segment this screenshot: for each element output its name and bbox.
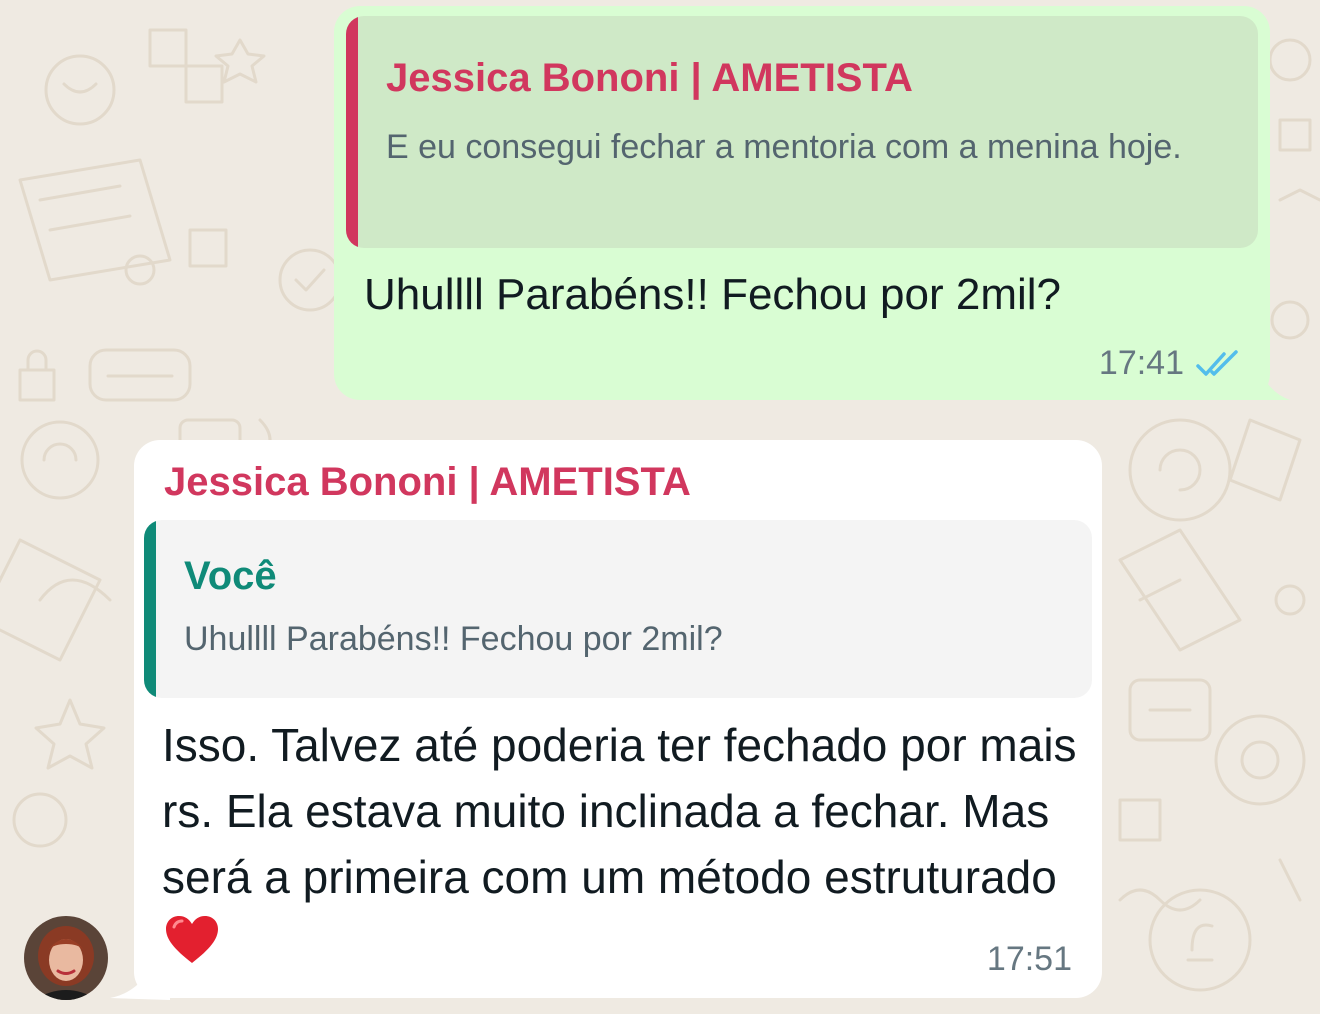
quoted-message[interactable]: Jessica Bononi | AMETISTA E eu consegui …: [346, 16, 1258, 248]
profile-photo: [24, 916, 108, 1000]
message-text: Isso. Talvez até poderia ter fechado por…: [162, 712, 1082, 976]
message-meta: 17:41: [1099, 344, 1242, 383]
quoted-text: Uhullll Parabéns!! Fechou por 2mil?: [184, 620, 723, 658]
incoming-message-bubble[interactable]: Jessica Bononi | AMETISTA Você Uhullll P…: [134, 440, 1102, 998]
sender-name[interactable]: Jessica Bononi | AMETISTA: [164, 460, 691, 505]
heart-emoji-icon: [166, 916, 218, 963]
avatar[interactable]: [24, 916, 108, 1000]
message-text-body: Isso. Talvez até poderia ter fechado por…: [162, 719, 1077, 903]
double-check-read-icon: [1196, 349, 1238, 376]
quoted-author: Você: [184, 554, 277, 598]
quote-accent-bar: [144, 520, 156, 698]
quoted-text: E eu consegui fechar a mentoria com a me…: [386, 128, 1182, 166]
quoted-author: Jessica Bononi | AMETISTA: [386, 56, 913, 100]
quoted-message[interactable]: Você Uhullll Parabéns!! Fechou por 2mil?: [144, 520, 1092, 698]
message-time: 17:51: [986, 940, 1072, 978]
outgoing-message-bubble[interactable]: Jessica Bononi | AMETISTA E eu consegui …: [334, 6, 1270, 400]
message-text: Uhullll Parabéns!! Fechou por 2mil?: [364, 270, 1062, 319]
message-time: 17:41: [1098, 344, 1184, 382]
quote-accent-bar: [346, 16, 358, 248]
